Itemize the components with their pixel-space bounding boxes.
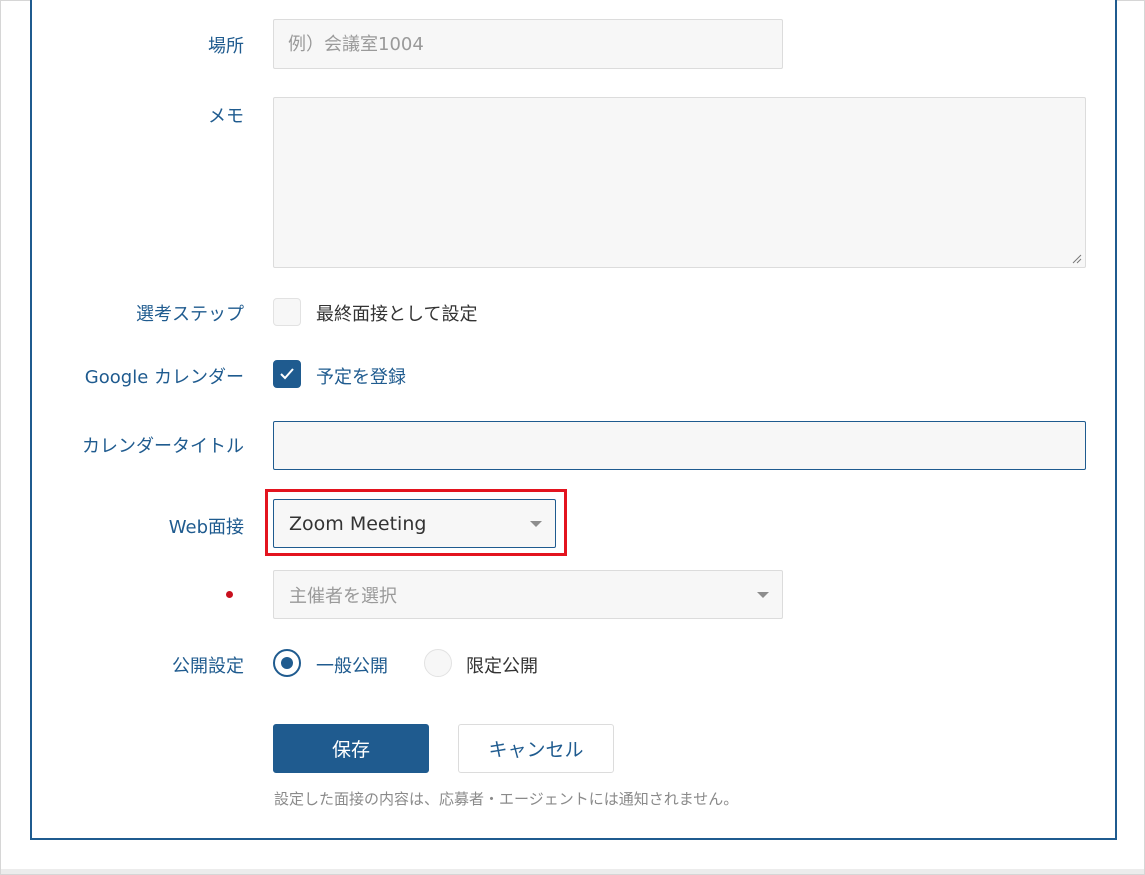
required-indicator bbox=[226, 591, 233, 598]
highlight-box bbox=[265, 489, 567, 556]
check-icon bbox=[280, 368, 294, 380]
resize-grip-icon[interactable] bbox=[1072, 254, 1082, 264]
visibility-limited-radio[interactable] bbox=[424, 649, 452, 677]
host-select[interactable]: 主催者を選択 bbox=[273, 570, 783, 619]
final-interview-checkbox[interactable] bbox=[273, 298, 301, 326]
visibility-public-radio[interactable] bbox=[273, 649, 301, 677]
visibility-public-label: 一般公開 bbox=[316, 656, 388, 677]
radio-dot bbox=[281, 657, 293, 669]
web-interview-label: Web面接 bbox=[168, 517, 244, 538]
google-calendar-label: Google カレンダー bbox=[84, 367, 244, 388]
host-select-placeholder: 主催者を選択 bbox=[289, 585, 397, 607]
location-label: 場所 bbox=[208, 36, 244, 57]
bottom-strip bbox=[1, 869, 1144, 874]
memo-textarea[interactable] bbox=[273, 97, 1086, 268]
location-input[interactable] bbox=[273, 19, 783, 69]
cancel-button[interactable]: キャンセル bbox=[458, 724, 614, 773]
chevron-down-icon bbox=[757, 592, 769, 598]
save-button[interactable]: 保存 bbox=[273, 724, 429, 773]
register-event-checkbox[interactable] bbox=[273, 360, 301, 388]
calendar-title-input[interactable] bbox=[273, 421, 1086, 470]
notice-text: 設定した面接の内容は、応募者・エージェントには通知されません。 bbox=[274, 790, 739, 808]
memo-label: メモ bbox=[208, 106, 244, 127]
final-interview-checkbox-label: 最終面接として設定 bbox=[316, 304, 478, 325]
calendar-title-label: カレンダータイトル bbox=[82, 436, 244, 457]
selection-step-label: 選考ステップ bbox=[136, 304, 244, 325]
visibility-label: 公開設定 bbox=[172, 656, 244, 677]
visibility-limited-label: 限定公開 bbox=[466, 656, 538, 677]
register-event-checkbox-label: 予定を登録 bbox=[316, 367, 406, 388]
